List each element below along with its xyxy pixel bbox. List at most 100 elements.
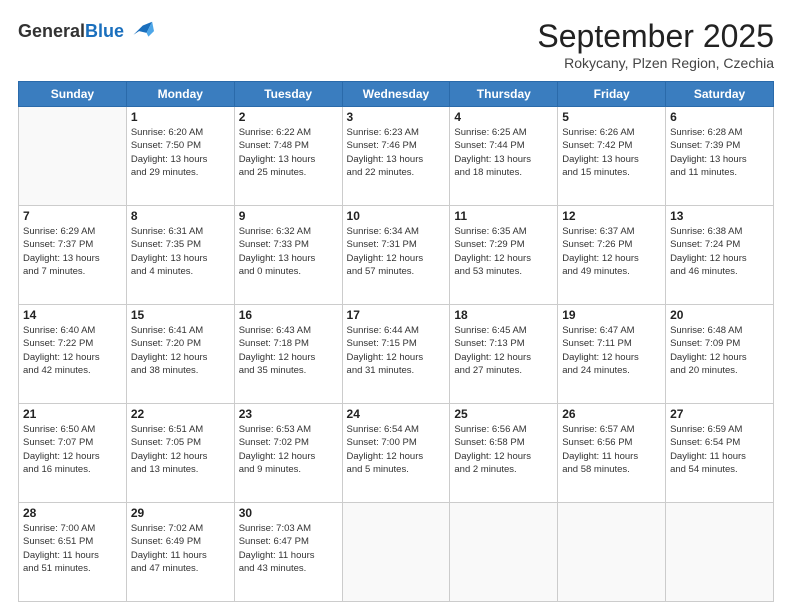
- calendar-day-cell: 7 Sunrise: 6:29 AM Sunset: 7:37 PM Daylig…: [19, 206, 127, 305]
- calendar-day-cell: 20 Sunrise: 6:48 AM Sunset: 7:09 PM Dayli…: [666, 305, 774, 404]
- day-info: Sunrise: 6:48 AM Sunset: 7:09 PM Dayligh…: [670, 324, 769, 377]
- calendar-day-cell: 28 Sunrise: 7:00 AM Sunset: 6:51 PM Dayli…: [19, 503, 127, 602]
- day-info: Sunrise: 6:57 AM Sunset: 6:56 PM Dayligh…: [562, 423, 661, 476]
- day-info: Sunrise: 6:28 AM Sunset: 7:39 PM Dayligh…: [670, 126, 769, 179]
- calendar-day-cell: 9Sunrise: 6:32 AM Sunset: 7:33 PM Daylig…: [234, 206, 342, 305]
- calendar-week-row: 28 Sunrise: 7:00 AM Sunset: 6:51 PM Dayli…: [19, 503, 774, 602]
- calendar-day-cell: 16 Sunrise: 6:43 AM Sunset: 7:18 PM Dayli…: [234, 305, 342, 404]
- day-info: Sunrise: 6:35 AM Sunset: 7:29 PM Dayligh…: [454, 225, 553, 278]
- calendar-day-cell: [558, 503, 666, 602]
- day-info: Sunrise: 6:20 AM Sunset: 7:50 PM Dayligh…: [131, 126, 230, 179]
- calendar-day-cell: 8 Sunrise: 6:31 AM Sunset: 7:35 PM Daylig…: [126, 206, 234, 305]
- calendar-day-cell: [666, 503, 774, 602]
- day-number: 23: [239, 407, 338, 421]
- day-number: 30: [239, 506, 338, 520]
- logo: GeneralBlue: [18, 18, 154, 46]
- day-number: 25: [454, 407, 553, 421]
- calendar-day-cell: 29 Sunrise: 7:02 AM Sunset: 6:49 PM Dayli…: [126, 503, 234, 602]
- day-number: 16: [239, 308, 338, 322]
- calendar-week-row: 14 Sunrise: 6:40 AM Sunset: 7:22 PM Dayli…: [19, 305, 774, 404]
- day-number: 17: [347, 308, 446, 322]
- calendar-day-cell: 15Sunrise: 6:41 AM Sunset: 7:20 PM Dayli…: [126, 305, 234, 404]
- logo-general-text: General: [18, 21, 85, 41]
- calendar-table: SundayMondayTuesdayWednesdayThursdayFrid…: [18, 81, 774, 602]
- day-of-week-header: Wednesday: [342, 82, 450, 107]
- calendar-day-cell: 1 Sunrise: 6:20 AM Sunset: 7:50 PM Daylig…: [126, 107, 234, 206]
- calendar-day-cell: 22Sunrise: 6:51 AM Sunset: 7:05 PM Dayli…: [126, 404, 234, 503]
- day-info: Sunrise: 6:34 AM Sunset: 7:31 PM Dayligh…: [347, 225, 446, 278]
- day-of-week-header: Monday: [126, 82, 234, 107]
- title-block: September 2025 Rokycany, Plzen Region, C…: [537, 18, 774, 71]
- logo-bird-icon: [126, 18, 154, 46]
- calendar-week-row: 7 Sunrise: 6:29 AM Sunset: 7:37 PM Daylig…: [19, 206, 774, 305]
- calendar-day-cell: 6 Sunrise: 6:28 AM Sunset: 7:39 PM Daylig…: [666, 107, 774, 206]
- day-number: 19: [562, 308, 661, 322]
- day-info: Sunrise: 6:50 AM Sunset: 7:07 PM Dayligh…: [23, 423, 122, 476]
- day-info: Sunrise: 6:37 AM Sunset: 7:26 PM Dayligh…: [562, 225, 661, 278]
- day-number: 6: [670, 110, 769, 124]
- day-number: 21: [23, 407, 122, 421]
- calendar-day-cell: 18 Sunrise: 6:45 AM Sunset: 7:13 PM Dayli…: [450, 305, 558, 404]
- calendar-day-cell: [342, 503, 450, 602]
- calendar-day-cell: 13 Sunrise: 6:38 AM Sunset: 7:24 PM Dayli…: [666, 206, 774, 305]
- day-info: Sunrise: 6:29 AM Sunset: 7:37 PM Dayligh…: [23, 225, 122, 278]
- calendar-day-cell: 10 Sunrise: 6:34 AM Sunset: 7:31 PM Dayli…: [342, 206, 450, 305]
- day-info: Sunrise: 6:31 AM Sunset: 7:35 PM Dayligh…: [131, 225, 230, 278]
- calendar-day-cell: 27 Sunrise: 6:59 AM Sunset: 6:54 PM Dayli…: [666, 404, 774, 503]
- day-number: 7: [23, 209, 122, 223]
- day-info: Sunrise: 6:47 AM Sunset: 7:11 PM Dayligh…: [562, 324, 661, 377]
- calendar-week-row: 1 Sunrise: 6:20 AM Sunset: 7:50 PM Daylig…: [19, 107, 774, 206]
- location-subtitle: Rokycany, Plzen Region, Czechia: [537, 55, 774, 71]
- day-info: Sunrise: 6:40 AM Sunset: 7:22 PM Dayligh…: [23, 324, 122, 377]
- calendar-day-cell: 25 Sunrise: 6:56 AM Sunset: 6:58 PM Dayli…: [450, 404, 558, 503]
- day-number: 20: [670, 308, 769, 322]
- day-info: Sunrise: 7:00 AM Sunset: 6:51 PM Dayligh…: [23, 522, 122, 575]
- day-number: 15: [131, 308, 230, 322]
- day-number: 9: [239, 209, 338, 223]
- logo-blue-text: Blue: [85, 21, 124, 41]
- month-title: September 2025: [537, 18, 774, 55]
- day-info: Sunrise: 6:38 AM Sunset: 7:24 PM Dayligh…: [670, 225, 769, 278]
- day-info: Sunrise: 6:54 AM Sunset: 7:00 PM Dayligh…: [347, 423, 446, 476]
- day-number: 28: [23, 506, 122, 520]
- calendar-day-cell: 3Sunrise: 6:23 AM Sunset: 7:46 PM Daylig…: [342, 107, 450, 206]
- calendar-day-cell: 23 Sunrise: 6:53 AM Sunset: 7:02 PM Dayli…: [234, 404, 342, 503]
- day-info: Sunrise: 6:22 AM Sunset: 7:48 PM Dayligh…: [239, 126, 338, 179]
- day-number: 4: [454, 110, 553, 124]
- day-of-week-header: Thursday: [450, 82, 558, 107]
- day-number: 26: [562, 407, 661, 421]
- calendar-day-cell: 2 Sunrise: 6:22 AM Sunset: 7:48 PM Daylig…: [234, 107, 342, 206]
- calendar-day-cell: 26 Sunrise: 6:57 AM Sunset: 6:56 PM Dayli…: [558, 404, 666, 503]
- day-number: 10: [347, 209, 446, 223]
- day-info: Sunrise: 6:43 AM Sunset: 7:18 PM Dayligh…: [239, 324, 338, 377]
- day-number: 18: [454, 308, 553, 322]
- day-info: Sunrise: 6:44 AM Sunset: 7:15 PM Dayligh…: [347, 324, 446, 377]
- calendar-day-cell: 19 Sunrise: 6:47 AM Sunset: 7:11 PM Dayli…: [558, 305, 666, 404]
- day-info: Sunrise: 6:45 AM Sunset: 7:13 PM Dayligh…: [454, 324, 553, 377]
- day-number: 24: [347, 407, 446, 421]
- day-number: 12: [562, 209, 661, 223]
- day-number: 2: [239, 110, 338, 124]
- day-info: Sunrise: 6:59 AM Sunset: 6:54 PM Dayligh…: [670, 423, 769, 476]
- calendar-day-cell: 21 Sunrise: 6:50 AM Sunset: 7:07 PM Dayli…: [19, 404, 127, 503]
- day-of-week-header: Tuesday: [234, 82, 342, 107]
- day-number: 27: [670, 407, 769, 421]
- day-info: Sunrise: 6:53 AM Sunset: 7:02 PM Dayligh…: [239, 423, 338, 476]
- day-number: 13: [670, 209, 769, 223]
- calendar-day-cell: 30 Sunrise: 7:03 AM Sunset: 6:47 PM Dayli…: [234, 503, 342, 602]
- day-number: 29: [131, 506, 230, 520]
- calendar-header-row: SundayMondayTuesdayWednesdayThursdayFrid…: [19, 82, 774, 107]
- calendar-week-row: 21 Sunrise: 6:50 AM Sunset: 7:07 PM Dayli…: [19, 404, 774, 503]
- day-number: 8: [131, 209, 230, 223]
- day-info: Sunrise: 7:03 AM Sunset: 6:47 PM Dayligh…: [239, 522, 338, 575]
- calendar-day-cell: 12 Sunrise: 6:37 AM Sunset: 7:26 PM Dayli…: [558, 206, 666, 305]
- day-number: 3: [347, 110, 446, 124]
- day-number: 1: [131, 110, 230, 124]
- day-number: 14: [23, 308, 122, 322]
- day-info: Sunrise: 7:02 AM Sunset: 6:49 PM Dayligh…: [131, 522, 230, 575]
- calendar-day-cell: [450, 503, 558, 602]
- day-info: Sunrise: 6:56 AM Sunset: 6:58 PM Dayligh…: [454, 423, 553, 476]
- calendar-day-cell: 14 Sunrise: 6:40 AM Sunset: 7:22 PM Dayli…: [19, 305, 127, 404]
- day-info: Sunrise: 6:25 AM Sunset: 7:44 PM Dayligh…: [454, 126, 553, 179]
- calendar-day-cell: 17 Sunrise: 6:44 AM Sunset: 7:15 PM Dayli…: [342, 305, 450, 404]
